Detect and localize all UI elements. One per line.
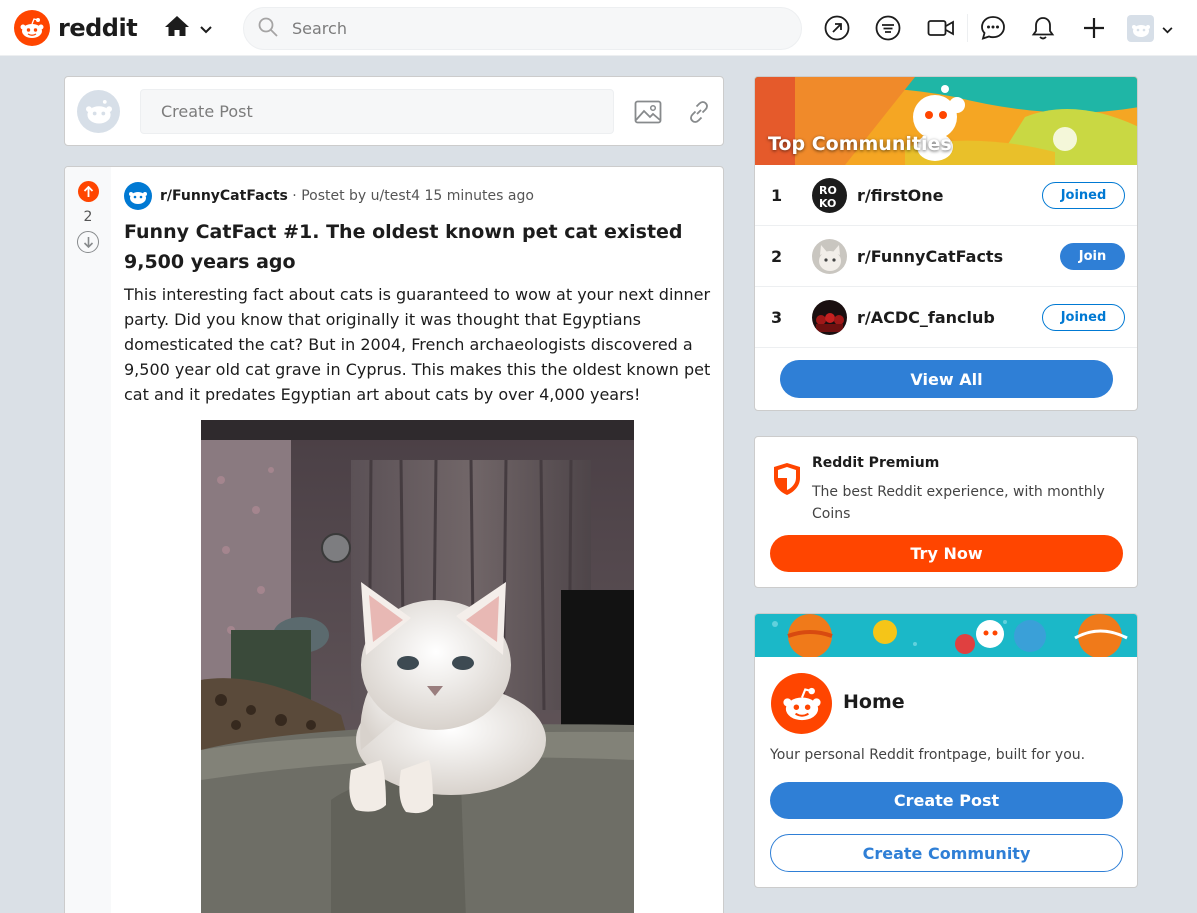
post-author-time: · Postet by u/test4 15 minutes ago	[287, 188, 534, 204]
create-community-button[interactable]: Create Community	[770, 834, 1123, 872]
create-post-card: Create Post	[64, 76, 724, 146]
premium-description: The best Reddit experience, with monthly…	[812, 484, 1105, 522]
community-rank: 3	[771, 307, 783, 327]
community-rank: 2	[771, 246, 783, 266]
chat-icon[interactable]	[979, 14, 1007, 42]
chevron-down-icon	[200, 19, 212, 38]
user-menu[interactable]	[1127, 15, 1173, 42]
top-communities-card: Top Communities 1 RO KO r/firstOne Joined…	[754, 76, 1138, 411]
reddit-logo-icon	[771, 673, 832, 734]
subreddit-icon[interactable]	[124, 182, 152, 210]
avatar[interactable]	[77, 90, 120, 133]
subreddit-link[interactable]: r/FunnyCatFacts	[160, 188, 288, 204]
community-rank: 1	[771, 185, 783, 205]
chevron-down-icon	[1162, 19, 1173, 38]
community-name[interactable]: r/ACDC_fanclub	[857, 308, 995, 327]
downvote-icon[interactable]	[77, 231, 99, 253]
create-post-input[interactable]: Create Post	[140, 89, 614, 134]
vote-column: 2	[65, 167, 111, 913]
community-avatar: RO KO	[812, 177, 847, 213]
logo-wordmark: reddit	[58, 14, 138, 42]
create-post-button[interactable]: Create Post	[770, 782, 1123, 819]
post-card: 2 r/FunnyCatFacts · Postet by u/test4 15…	[64, 166, 724, 913]
view-all-button[interactable]: View All	[780, 360, 1113, 398]
join-button[interactable]: Join	[1060, 242, 1125, 270]
joined-button[interactable]: Joined	[1042, 303, 1125, 331]
post-title[interactable]: Funny CatFact #1. The oldest known pet c…	[124, 217, 714, 277]
community-name[interactable]: r/firstOne	[857, 186, 944, 205]
premium-title: Reddit Premium	[812, 455, 940, 471]
search-input[interactable]	[292, 19, 772, 38]
avatar	[1127, 15, 1154, 42]
post-meta: r/FunnyCatFacts · Postet by u/test4 15 m…	[124, 182, 534, 210]
list-item[interactable]: 2 r/FunnyCatFacts Join	[755, 226, 1137, 287]
header-divider	[967, 14, 968, 42]
svg-text:KO: KO	[819, 197, 836, 210]
top-header: reddit	[0, 0, 1197, 56]
home-banner	[755, 614, 1137, 657]
top-communities-title: Top Communities	[768, 133, 952, 155]
svg-text:RO: RO	[819, 184, 837, 197]
search-icon	[258, 17, 278, 41]
shield-icon	[772, 462, 802, 500]
bell-icon[interactable]	[1029, 14, 1057, 42]
plus-icon[interactable]	[1080, 14, 1108, 42]
upvote-icon[interactable]	[78, 181, 99, 202]
home-card: Home Your personal Reddit frontpage, bui…	[754, 613, 1138, 888]
home-dropdown[interactable]	[164, 14, 212, 42]
reddit-logo-icon	[14, 10, 50, 46]
post-image-cat[interactable]	[201, 420, 634, 913]
try-now-button[interactable]: Try Now	[770, 535, 1123, 572]
video-icon[interactable]	[927, 14, 955, 42]
community-avatar	[812, 238, 847, 274]
search-bar	[243, 7, 802, 50]
home-description: Your personal Reddit frontpage, built fo…	[770, 747, 1086, 763]
coin-feed-icon[interactable]	[874, 14, 902, 42]
home-icon	[164, 14, 190, 42]
list-item[interactable]: 3 r/ACDC_fanclub Joined	[755, 287, 1137, 348]
joined-button[interactable]: Joined	[1042, 181, 1125, 209]
reddit-logo[interactable]: reddit	[14, 10, 138, 46]
popular-icon[interactable]	[823, 14, 851, 42]
premium-card: Reddit Premium The best Reddit experienc…	[754, 436, 1138, 588]
link-icon[interactable]	[684, 97, 714, 127]
community-avatar	[812, 299, 847, 335]
image-icon[interactable]	[633, 97, 663, 127]
home-title: Home	[843, 691, 905, 713]
top-communities-banner: Top Communities	[755, 77, 1137, 165]
list-item[interactable]: 1 RO KO r/firstOne Joined	[755, 165, 1137, 226]
post-body: This interesting fact about cats is guar…	[124, 285, 711, 404]
community-name[interactable]: r/FunnyCatFacts	[857, 247, 1003, 266]
vote-count: 2	[83, 209, 93, 225]
